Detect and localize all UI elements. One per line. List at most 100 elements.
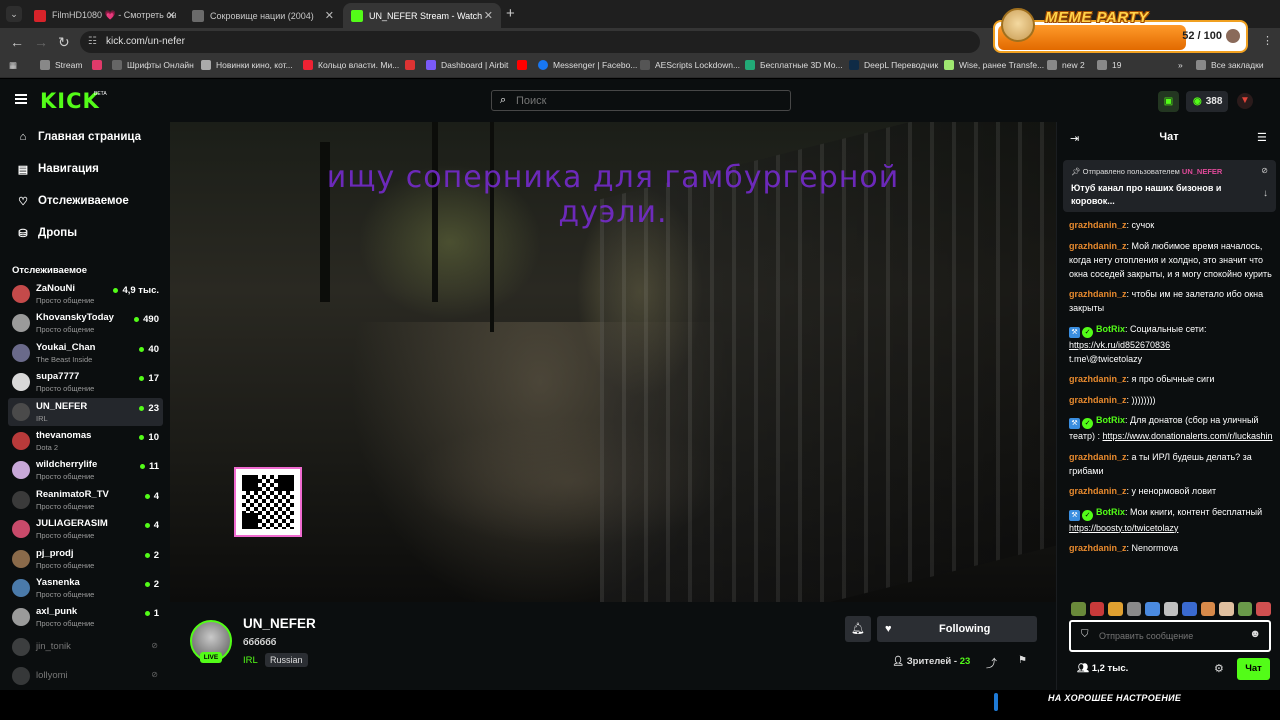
following-channel[interactable]: axl_punk Просто общение 1 <box>8 603 163 631</box>
bookmark-item[interactable]: DeepL Переводчик <box>849 60 938 70</box>
all-bookmarks-folder[interactable]: Все закладки <box>1196 60 1264 70</box>
profile-avatar[interactable]: ▼ <box>1237 93 1253 109</box>
following-channel[interactable]: KhovanskyToday Просто общение 490 <box>8 309 163 337</box>
close-tab-icon[interactable]: ✕ <box>167 9 176 22</box>
chat-username[interactable]: grazhdanin_z <box>1069 241 1127 251</box>
nav-browse[interactable]: ▤ Навигация <box>16 159 99 179</box>
menu-icon[interactable] <box>15 94 27 104</box>
browser-tab[interactable]: FilmHD1080 💗 - Смотреть он ✕ <box>26 3 184 28</box>
expand-pinned-icon[interactable]: ↓ <box>1263 188 1268 199</box>
bookmark-item[interactable]: Dashboard | Airbit <box>426 60 508 70</box>
kicks-balance-button[interactable]: ◉ 388 <box>1186 91 1228 112</box>
chat-link[interactable]: https://www.donationalerts.com/r/luckash… <box>1102 431 1272 441</box>
following-button[interactable]: ♥ Following <box>877 616 1037 642</box>
new-tab-button[interactable]: + <box>506 5 515 22</box>
site-info-icon[interactable]: ☷ <box>88 31 97 53</box>
bookmark-item[interactable]: Messenger | Facebo... <box>538 60 637 70</box>
browser-tab-active[interactable]: UN_NEFER Stream - Watch ✕ <box>343 3 501 28</box>
browser-tab[interactable]: Сокровище нации (2004) ✕ <box>184 3 342 28</box>
chat-input-box[interactable]: ⛉ ☻ <box>1069 620 1271 652</box>
emote-icon[interactable] <box>1145 602 1160 616</box>
following-channel[interactable]: Yasnenka Просто общение 2 <box>8 574 163 602</box>
language-tag[interactable]: Russian <box>265 653 308 667</box>
following-channel[interactable]: pj_prodj Просто общение 2 <box>8 545 163 573</box>
bookmark-item[interactable]: Wise, ранее Transfe... <box>944 60 1044 70</box>
collapse-chat-icon[interactable]: ⇥ <box>1070 132 1079 145</box>
stream-category[interactable]: IRL <box>243 655 258 666</box>
report-icon[interactable]: ⚑ <box>1018 655 1027 666</box>
chat-username[interactable]: BotRix <box>1096 415 1125 425</box>
following-channel[interactable]: UN_NEFER IRL 23 <box>8 397 163 426</box>
bookmark-item[interactable]: Stream <box>40 60 82 70</box>
gear-icon[interactable]: ⚙ <box>1214 662 1224 675</box>
bookmark-item[interactable] <box>92 60 107 70</box>
following-channel[interactable]: thevanomas Dota 2 10 <box>8 427 163 455</box>
chat-username[interactable]: grazhdanin_z <box>1069 374 1127 384</box>
pinned-message[interactable]: 📌︎ Отправлено пользователем UN_NEFER Юту… <box>1063 160 1276 212</box>
kick-logo[interactable]: KICK <box>40 89 100 113</box>
emote-icon[interactable] <box>1256 602 1272 616</box>
search-box[interactable]: ⌕ <box>491 90 791 111</box>
browser-menu-icon[interactable]: ⋮ <box>1262 34 1273 47</box>
url-field[interactable]: ☷ kick.com/un-nefer <box>80 31 980 53</box>
nav-home[interactable]: ⌂ Главная страница <box>16 127 141 147</box>
following-channel[interactable]: ZaNouNi Просто общение 4,9 тыс. <box>8 280 163 308</box>
emote-icon[interactable] <box>1163 602 1179 616</box>
emote-icon[interactable] <box>1182 602 1197 616</box>
chat-username[interactable]: grazhdanin_z <box>1069 395 1127 405</box>
unpin-icon[interactable]: ⊘ <box>1261 166 1268 175</box>
chat-users-icon[interactable]: ☰ <box>1257 131 1267 144</box>
emote-icon[interactable] <box>1071 602 1086 616</box>
following-channel-offline[interactable]: lollyomi ⊘ <box>8 662 163 690</box>
following-channel-offline[interactable]: jin_tonik ⊘ <box>8 633 163 661</box>
tab-search-button[interactable]: ⌄ <box>6 6 22 22</box>
following-channel[interactable]: Youkai_Chan The Beast Inside 40 <box>8 339 163 367</box>
reload-icon[interactable]: ↻ <box>58 34 70 51</box>
back-icon[interactable]: ← <box>10 34 24 50</box>
bookmark-item[interactable] <box>517 60 532 70</box>
chat-username[interactable]: BotRix <box>1096 507 1125 517</box>
bookmark-item[interactable]: AEScripts Lockdown... <box>640 60 740 70</box>
bookmark-item[interactable]: Шрифты Онлайн <box>112 60 194 70</box>
emote-icon[interactable] <box>1108 602 1123 616</box>
studio-button[interactable]: ▣ <box>1158 91 1179 112</box>
send-chat-button[interactable]: Чат <box>1237 658 1270 680</box>
share-icon[interactable]: ⤴ <box>986 655 997 671</box>
emote-icon[interactable] <box>1126 602 1142 616</box>
emote-icon[interactable] <box>1200 602 1216 616</box>
bookmark-folder[interactable]: 19 <box>1097 60 1121 70</box>
apps-grid-icon[interactable]: ▦ <box>9 60 17 71</box>
emote-icon[interactable] <box>1219 602 1234 616</box>
chat-username[interactable]: grazhdanin_z <box>1069 220 1127 230</box>
nav-following[interactable]: ♡ Отслеживаемое <box>16 191 129 211</box>
nav-drops[interactable]: ⛁ Дропы <box>16 223 77 243</box>
forward-icon[interactable]: → <box>34 34 48 50</box>
chat-username[interactable]: grazhdanin_z <box>1069 486 1127 496</box>
emote-icon[interactable] <box>1237 602 1253 616</box>
chat-username[interactable]: BotRix <box>1096 324 1125 334</box>
channel-name[interactable]: UN_NEFER <box>243 616 316 631</box>
bookmark-item[interactable]: Кольцо власти. Ми... <box>303 60 399 70</box>
chat-username[interactable]: grazhdanin_z <box>1069 543 1127 553</box>
close-tab-icon[interactable]: ✕ <box>325 9 334 22</box>
chat-link[interactable]: https://vk.ru/id852670836 <box>1069 340 1170 350</box>
close-tab-icon[interactable]: ✕ <box>484 9 493 22</box>
following-channel[interactable]: supa7777 Просто общение 17 <box>8 368 163 396</box>
notifications-button[interactable]: 🔔︎ <box>845 616 871 642</box>
chat-username[interactable]: grazhdanin_z <box>1069 289 1127 299</box>
chat-link[interactable]: https://boosty.to/twicetolazy <box>1069 523 1178 533</box>
bookmark-folder[interactable]: new 2 <box>1047 60 1085 70</box>
chat-username[interactable]: grazhdanin_z <box>1069 452 1127 462</box>
search-input[interactable] <box>516 92 776 109</box>
shield-icon[interactable]: ⛉ <box>1081 629 1089 640</box>
bookmark-item[interactable]: Бесплатные 3D Mo... <box>745 60 843 70</box>
following-channel[interactable]: JULIAGERASIM Просто общение 4 <box>8 515 163 543</box>
following-channel[interactable]: wildcherrylife Просто общение 11 <box>8 456 163 484</box>
more-bookmarks-icon[interactable]: » <box>1178 60 1183 70</box>
chat-message-input[interactable] <box>1099 628 1245 644</box>
bookmark-item[interactable]: Новинки кино, кот... <box>201 60 293 70</box>
bookmark-item[interactable] <box>405 60 420 70</box>
emote-icon[interactable] <box>1089 602 1105 616</box>
following-channel[interactable]: ReanimatoR_TV Просто общение 4 <box>8 486 163 514</box>
video-player[interactable]: ищу соперника для гамбургерной дуэли. <box>170 122 1056 602</box>
